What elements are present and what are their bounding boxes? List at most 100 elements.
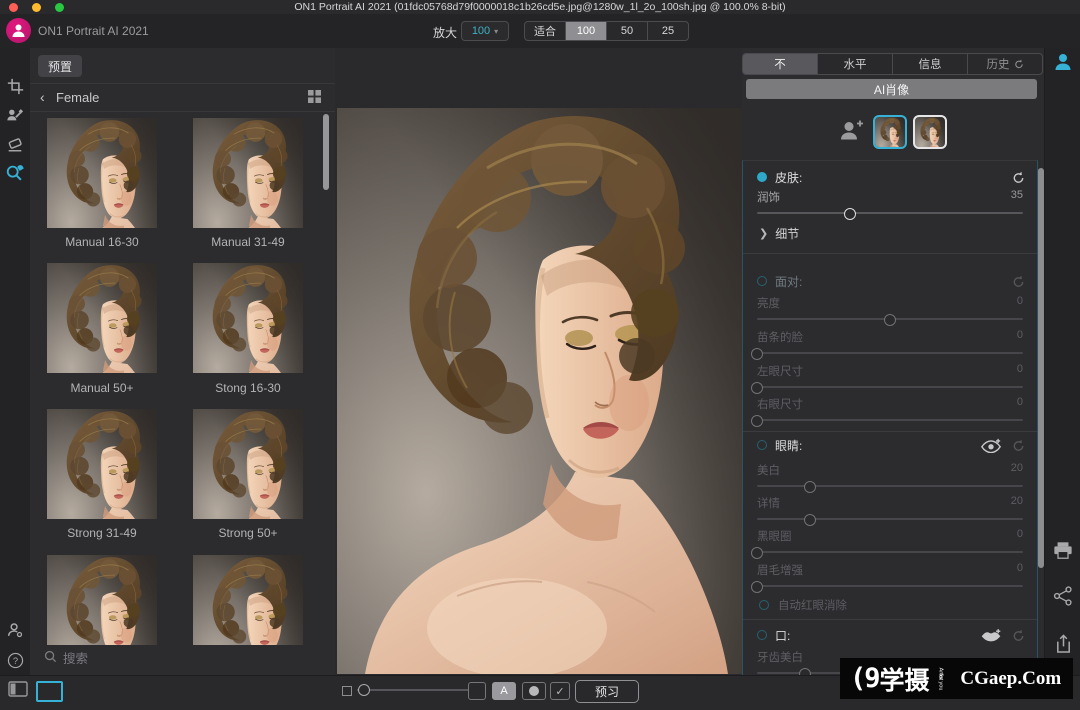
tab-levels[interactable]: 水平 bbox=[818, 54, 893, 74]
zoom-50-button[interactable]: 50 bbox=[607, 22, 648, 40]
zoom-100-button[interactable]: 100 bbox=[566, 22, 607, 40]
zoom-25-button[interactable]: 25 bbox=[648, 22, 688, 40]
help-icon[interactable]: ? bbox=[5, 650, 25, 670]
toggle-left-panel-icon[interactable] bbox=[8, 681, 28, 697]
face-thumbnail[interactable] bbox=[915, 117, 945, 147]
photo-portrait[interactable] bbox=[337, 108, 742, 674]
right-panel: 不 水平 信息 历史 AI肖像 皮肤: 润饰35 bbox=[742, 48, 1044, 675]
search-placeholder: 搜索 bbox=[63, 648, 88, 667]
browse-mode-icon[interactable] bbox=[36, 681, 63, 702]
eyes-reset-icon[interactable] bbox=[1012, 439, 1025, 452]
face-thumbnail-selected[interactable] bbox=[875, 117, 905, 147]
presets-tab[interactable]: 预置 bbox=[38, 55, 82, 77]
preset-thumbnail[interactable] bbox=[47, 409, 157, 519]
search-icon bbox=[44, 650, 57, 666]
add-face-icon[interactable] bbox=[838, 119, 865, 146]
chevron-right-icon: ❯ bbox=[759, 227, 768, 240]
dark-circles-slider-track[interactable] bbox=[757, 546, 1023, 558]
skin-details-expander[interactable]: ❯ 细节 bbox=[759, 225, 799, 242]
auto-redeye-checkbox[interactable] bbox=[759, 600, 769, 610]
dark-circles-slider-handle[interactable] bbox=[751, 547, 763, 559]
mouth-reset-icon[interactable] bbox=[1012, 629, 1025, 642]
preset-thumbnail[interactable] bbox=[47, 118, 157, 228]
preset-label: Manual 16-30 bbox=[47, 235, 157, 249]
view-original-button[interactable] bbox=[468, 682, 486, 700]
auto-redeye-label: 自动红眼消除 bbox=[778, 597, 847, 613]
eye-add-icon[interactable] bbox=[980, 438, 1002, 453]
preset-category-row[interactable]: ‹ Female bbox=[30, 83, 335, 112]
whiten-slider-track[interactable] bbox=[757, 480, 1023, 492]
back-chevron-icon[interactable]: ‹ bbox=[40, 89, 45, 105]
portrait-face-icon[interactable] bbox=[1053, 52, 1073, 72]
zoom-out-icon[interactable] bbox=[342, 686, 352, 696]
left-eye-size-slider-track[interactable] bbox=[757, 381, 1023, 393]
zoom-label: 放大 bbox=[433, 24, 457, 41]
preset-label: Manual 50+ bbox=[47, 381, 157, 395]
whiten-slider-handle[interactable] bbox=[804, 481, 816, 493]
skin-reset-icon[interactable] bbox=[1012, 171, 1025, 184]
retouch-slider-track[interactable] bbox=[757, 207, 1023, 219]
preview-button[interactable]: 预习 bbox=[575, 680, 639, 703]
view-mask-button[interactable] bbox=[522, 682, 546, 700]
eraser-tool-icon[interactable] bbox=[5, 134, 25, 154]
preset-thumbnail[interactable] bbox=[193, 409, 303, 519]
view-compare-button[interactable]: A bbox=[492, 682, 516, 700]
brightness-slider-handle[interactable] bbox=[884, 314, 896, 326]
grid-view-icon[interactable] bbox=[308, 90, 321, 108]
face-reset-icon[interactable] bbox=[1012, 275, 1025, 288]
skin-enable-toggle[interactable] bbox=[757, 172, 767, 182]
slim-face-slider-track[interactable] bbox=[757, 347, 1023, 359]
face-enable-toggle[interactable] bbox=[757, 276, 767, 286]
preset-thumbnail[interactable] bbox=[193, 555, 303, 645]
slider-right-eye-size: 右眼尺寸0 bbox=[757, 396, 1023, 428]
detail-slider-track[interactable] bbox=[757, 513, 1023, 525]
fit-button[interactable]: 适合 bbox=[525, 22, 566, 40]
zoom-level-value: 100 bbox=[472, 25, 490, 37]
ai-portrait-button[interactable]: AI肖像 bbox=[746, 79, 1037, 99]
svg-text:?: ? bbox=[12, 655, 17, 665]
lips-add-icon[interactable] bbox=[980, 628, 1002, 642]
detail-slider-handle[interactable] bbox=[804, 514, 816, 526]
titlebar: ON1 Portrait AI 2021 (01fdc05768d79f0000… bbox=[0, 0, 1080, 14]
brightness-slider-track[interactable] bbox=[757, 313, 1023, 325]
zoom-pan-tool-icon[interactable] bbox=[5, 163, 25, 183]
print-icon[interactable] bbox=[1053, 540, 1073, 560]
view-checked-button[interactable]: ✓ bbox=[550, 682, 570, 700]
right-tool-rail bbox=[1044, 48, 1080, 675]
tab-history[interactable]: 历史 bbox=[968, 54, 1042, 74]
zoom-level-dropdown[interactable]: 100 ▾ bbox=[461, 21, 509, 41]
export-icon[interactable] bbox=[1053, 633, 1073, 653]
preset-thumbnail[interactable] bbox=[47, 555, 157, 645]
preset-thumbnail[interactable] bbox=[193, 263, 303, 373]
preset-search[interactable]: 搜索 bbox=[44, 648, 88, 667]
slider-brightness: 亮度0 bbox=[757, 295, 1023, 327]
share-icon[interactable] bbox=[1053, 586, 1073, 606]
section-face-header: 面对: bbox=[757, 273, 1025, 289]
eyebrow-enhance-slider-track[interactable] bbox=[757, 580, 1023, 592]
mouth-enable-toggle[interactable] bbox=[757, 630, 767, 640]
slim-face-slider-handle[interactable] bbox=[751, 348, 763, 360]
preset-thumbnail[interactable] bbox=[193, 118, 303, 228]
chevron-down-icon: ▾ bbox=[494, 27, 498, 36]
account-icon[interactable] bbox=[5, 620, 25, 640]
crop-tool-icon[interactable] bbox=[5, 76, 25, 96]
section-face-title: 面对: bbox=[775, 273, 802, 290]
eyebrow-enhance-slider-handle[interactable] bbox=[751, 581, 763, 593]
left-eye-size-slider-handle[interactable] bbox=[751, 382, 763, 394]
presets-scrollbar[interactable] bbox=[323, 114, 329, 190]
retouch-slider-handle[interactable] bbox=[844, 208, 856, 220]
retouch-brush-tool-icon[interactable] bbox=[5, 105, 25, 125]
right-eye-size-slider-track[interactable] bbox=[757, 414, 1023, 426]
right-eye-size-slider-handle[interactable] bbox=[751, 415, 763, 427]
slider-whiten: 美白20 bbox=[757, 462, 1023, 494]
on1-portrait-ai-window: ON1 Portrait AI 2021 (01fdc05768d79f0000… bbox=[0, 0, 1080, 710]
tab-none[interactable]: 不 bbox=[743, 54, 818, 74]
presets-panel: 预置 ‹ Female Manual 16-30 Manual 31-49 Ma… bbox=[30, 48, 335, 675]
tab-info[interactable]: 信息 bbox=[893, 54, 968, 74]
preset-thumbnail[interactable] bbox=[47, 263, 157, 373]
preset-label: Strong 50+ bbox=[193, 526, 303, 540]
canvas-zoom-slider-track[interactable] bbox=[357, 689, 469, 691]
canvas-zoom-slider-handle[interactable] bbox=[358, 684, 370, 696]
canvas-area[interactable] bbox=[335, 48, 742, 675]
eyes-enable-toggle[interactable] bbox=[757, 440, 767, 450]
